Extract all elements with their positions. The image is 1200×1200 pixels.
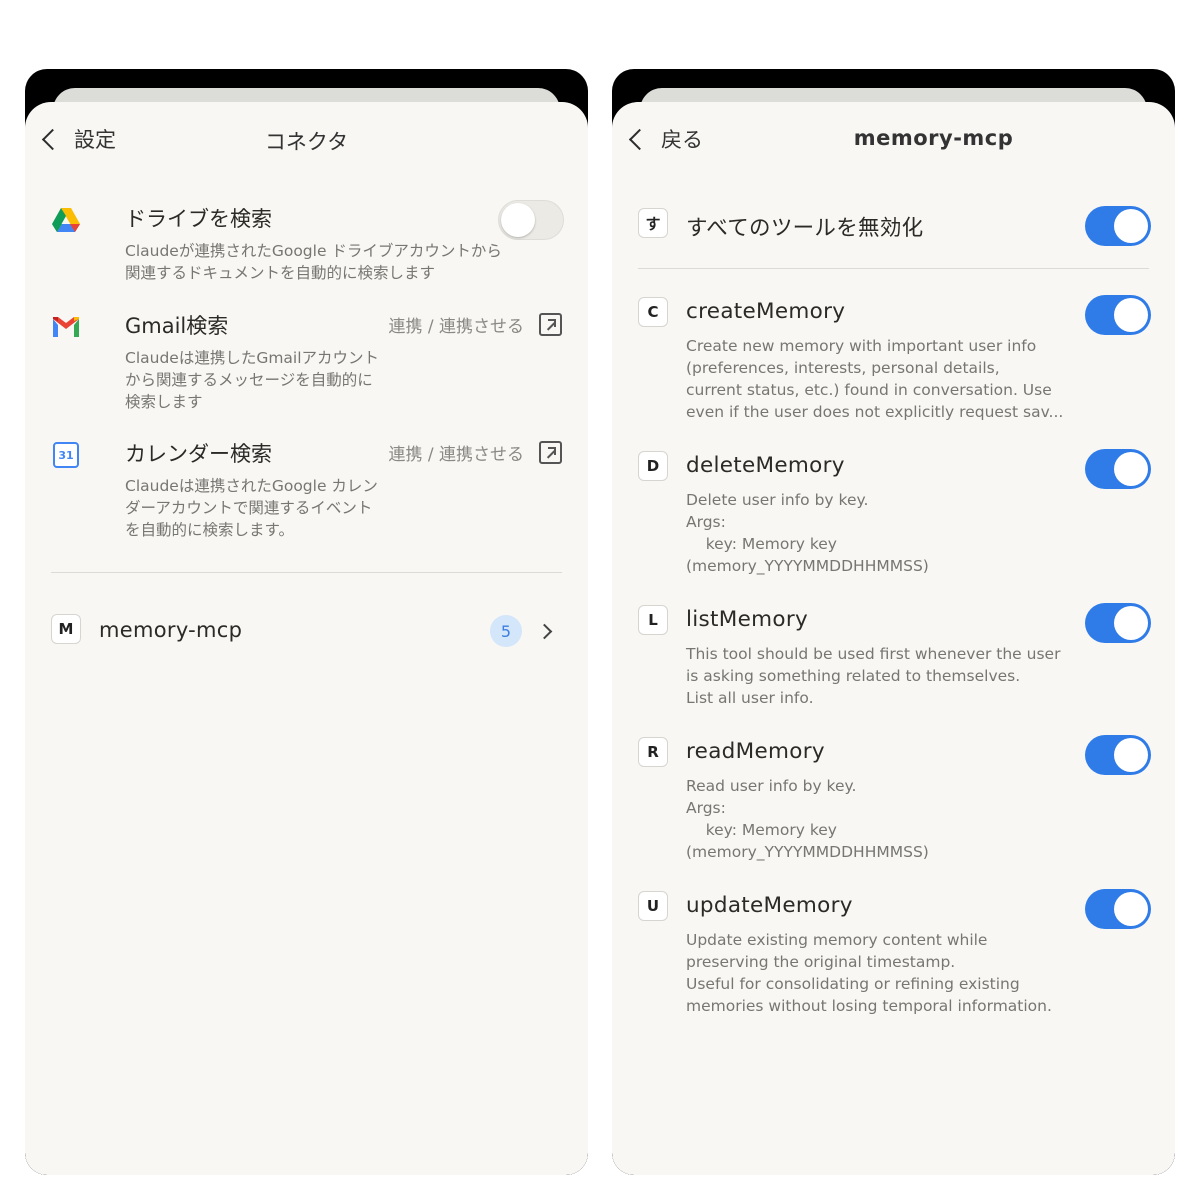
connector-title: Gmail検索	[125, 314, 229, 338]
toggle-knob	[1114, 452, 1148, 486]
tool-toggle[interactable]	[1085, 449, 1151, 489]
tool-description: This tool should be used first whenever …	[686, 645, 1061, 707]
tool-item-createMemory: C createMemory Create new memory with im…	[638, 295, 1151, 427]
connector-letter-badge: M	[51, 614, 81, 644]
tool-item-listMemory: L listMemory This tool should be used fi…	[638, 603, 1151, 715]
connector-gmail: Gmail検索 Claudeは連携したGmailアカウントから関連するメッセージ…	[51, 310, 564, 420]
tool-toggle[interactable]	[1085, 735, 1151, 775]
toggle-knob	[1114, 892, 1148, 926]
tool-description: Delete user info by key. Args: key: Memo…	[686, 491, 929, 575]
tool-item-deleteMemory: D deleteMemory Delete user info by key. …	[638, 449, 1151, 581]
row-letter-badge: す	[638, 208, 668, 238]
connector-description: Claudeが連携されたGoogle ドライブアカウントから関連するドキュメント…	[125, 242, 502, 282]
toggle-knob	[501, 203, 535, 237]
tool-letter-badge: D	[638, 451, 668, 481]
nav-bar: 戻る memory-mcp	[612, 122, 1175, 160]
tool-name: readMemory	[686, 739, 825, 764]
connect-link[interactable]: 連携 / 連携させる	[388, 312, 524, 337]
tool-toggle[interactable]	[1085, 295, 1151, 335]
tool-description: Read user info by key. Args: key: Memory…	[686, 777, 929, 861]
tool-description: Create new memory with important user in…	[686, 337, 1064, 421]
tools-sheet: 戻る memory-mcp す すべてのツールを無効化 C createMemo…	[612, 102, 1175, 1175]
tool-description: Update existing memory content while pre…	[686, 931, 1052, 1015]
tool-letter-badge: C	[638, 297, 668, 327]
toggle-knob	[1114, 606, 1148, 640]
page-title: コネクタ	[264, 130, 349, 154]
disable-all-toggle[interactable]	[1085, 206, 1151, 246]
google-calendar-icon: 31	[53, 442, 79, 468]
tool-name: listMemory	[686, 607, 809, 632]
gmail-icon	[53, 317, 79, 337]
drive-toggle[interactable]	[498, 200, 564, 240]
toggle-knob	[1114, 209, 1148, 243]
page-title: memory-mcp	[853, 126, 1014, 150]
tool-item-readMemory: R readMemory Read user info by key. Args…	[638, 735, 1151, 867]
tool-name: updateMemory	[686, 893, 853, 918]
chevron-left-icon	[628, 128, 651, 150]
disable-all-row: す すべてのツールを無効化	[638, 206, 1151, 246]
tool-count-badge: 5	[490, 615, 522, 647]
connect-link[interactable]: 連携 / 連携させる	[388, 440, 524, 465]
tool-name: deleteMemory	[686, 453, 845, 478]
connector-name: memory-mcp	[99, 618, 243, 642]
connectors-screen: 設定 コネクタ ドライブを検索 Claudeが連携されたGoogle ドライブア…	[25, 69, 588, 1175]
toggle-knob	[1114, 298, 1148, 332]
connector-description: Claudeは連携されたGoogle カレンダーアカウントで関連するイベントを自…	[125, 477, 378, 539]
nav-bar: 設定 コネクタ	[25, 122, 588, 160]
connector-title: カレンダー検索	[125, 442, 272, 466]
connector-drive: ドライブを検索 Claudeが連携されたGoogle ドライブアカウントから関連…	[51, 200, 564, 293]
tool-letter-badge: U	[638, 891, 668, 921]
tool-letter-badge: L	[638, 605, 668, 635]
external-link-icon[interactable]	[539, 313, 562, 336]
tool-toggle[interactable]	[1085, 889, 1151, 929]
custom-connector-row[interactable]: M memory-mcp 5	[51, 612, 564, 648]
external-link-icon[interactable]	[539, 441, 562, 464]
tools-screen: 戻る memory-mcp す すべてのツールを無効化 C createMemo…	[612, 69, 1175, 1175]
tool-name: createMemory	[686, 299, 846, 324]
toggle-knob	[1114, 738, 1148, 772]
tool-toggle[interactable]	[1085, 603, 1151, 643]
chevron-right-icon	[536, 623, 553, 640]
connector-description: Claudeは連携したGmailアカウントから関連するメッセージを自動的に検索し…	[125, 349, 380, 411]
divider	[51, 572, 562, 573]
tool-letter-badge: R	[638, 737, 668, 767]
disable-all-label: すべてのツールを無効化	[686, 216, 924, 241]
google-drive-icon	[52, 208, 80, 232]
connector-calendar: 31 カレンダー検索 Claudeは連携されたGoogle カレンダーアカウント…	[51, 438, 564, 548]
tool-item-updateMemory: U updateMemory Update existing memory co…	[638, 889, 1151, 1021]
connectors-sheet: 設定 コネクタ ドライブを検索 Claudeが連携されたGoogle ドライブア…	[25, 102, 588, 1175]
connector-title: ドライブを検索	[125, 207, 272, 231]
divider	[638, 268, 1149, 269]
